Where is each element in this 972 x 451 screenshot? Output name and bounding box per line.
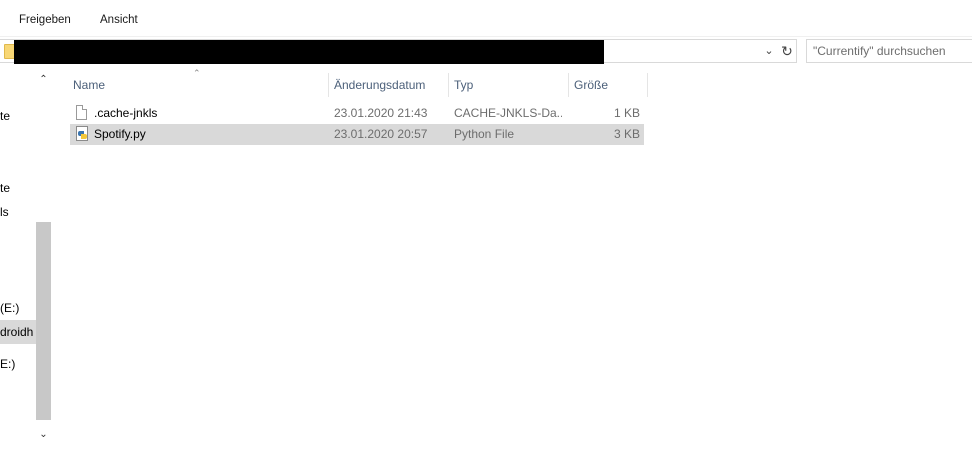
refresh-icon[interactable]: ↻ xyxy=(778,42,796,60)
address-bar[interactable]: ⌄ ↻ xyxy=(0,39,797,64)
file-size: 3 KB xyxy=(613,127,640,141)
scroll-down-icon[interactable]: ⌄ xyxy=(36,428,51,442)
column-header-size[interactable]: Größe xyxy=(574,73,608,97)
file-name: .cache-jnkls xyxy=(94,106,158,120)
file-row-selected[interactable]: Spotify.py 23.01.2020 20:57 Python File … xyxy=(70,124,644,145)
tab-freigeben[interactable]: Freigeben xyxy=(19,14,71,26)
file-size: 1 KB xyxy=(613,106,640,120)
navigation-pane: te te ls (E:) droidh E:) ⌃ ⌄ xyxy=(0,66,58,451)
file-explorer-window: Freigeben Ansicht ⌄ ↻ te te ls (E:) droi… xyxy=(0,0,972,451)
column-header-name[interactable]: Name xyxy=(73,73,105,97)
redacted-path xyxy=(14,40,604,64)
file-type: CACHE-JNKLS-Da... xyxy=(454,106,562,120)
column-header-date[interactable]: Änderungsdatum xyxy=(334,73,425,97)
nav-item-selected[interactable]: droidh xyxy=(0,320,36,344)
nav-item[interactable]: E:) xyxy=(0,357,15,371)
column-divider[interactable] xyxy=(328,73,329,97)
column-divider[interactable] xyxy=(448,73,449,97)
file-type: Python File xyxy=(454,127,515,141)
scrollbar-thumb[interactable] xyxy=(36,222,51,420)
search-input[interactable] xyxy=(813,43,972,59)
column-divider[interactable] xyxy=(647,73,648,97)
file-date: 23.01.2020 20:57 xyxy=(334,127,428,141)
nav-item[interactable]: ls xyxy=(0,205,9,219)
ribbon: Freigeben Ansicht xyxy=(0,0,972,37)
file-date: 23.01.2020 21:43 xyxy=(334,106,428,120)
file-name: Spotify.py xyxy=(94,127,146,141)
sort-ascending-icon: ⌃ xyxy=(193,68,201,78)
chevron-down-icon[interactable]: ⌄ xyxy=(762,43,776,59)
file-row[interactable]: .cache-jnkls 23.01.2020 21:43 CACHE-JNKL… xyxy=(70,103,644,124)
nav-item[interactable]: te xyxy=(0,181,10,195)
search-box[interactable] xyxy=(806,39,972,63)
tab-ansicht[interactable]: Ansicht xyxy=(100,14,138,26)
column-divider[interactable] xyxy=(568,73,569,97)
nav-item[interactable]: (E:) xyxy=(0,301,19,315)
scroll-up-icon[interactable]: ⌃ xyxy=(36,73,51,87)
file-icon xyxy=(76,105,87,120)
column-header-type[interactable]: Typ xyxy=(454,73,473,97)
python-file-icon xyxy=(76,126,88,141)
nav-item[interactable]: te xyxy=(0,109,10,123)
